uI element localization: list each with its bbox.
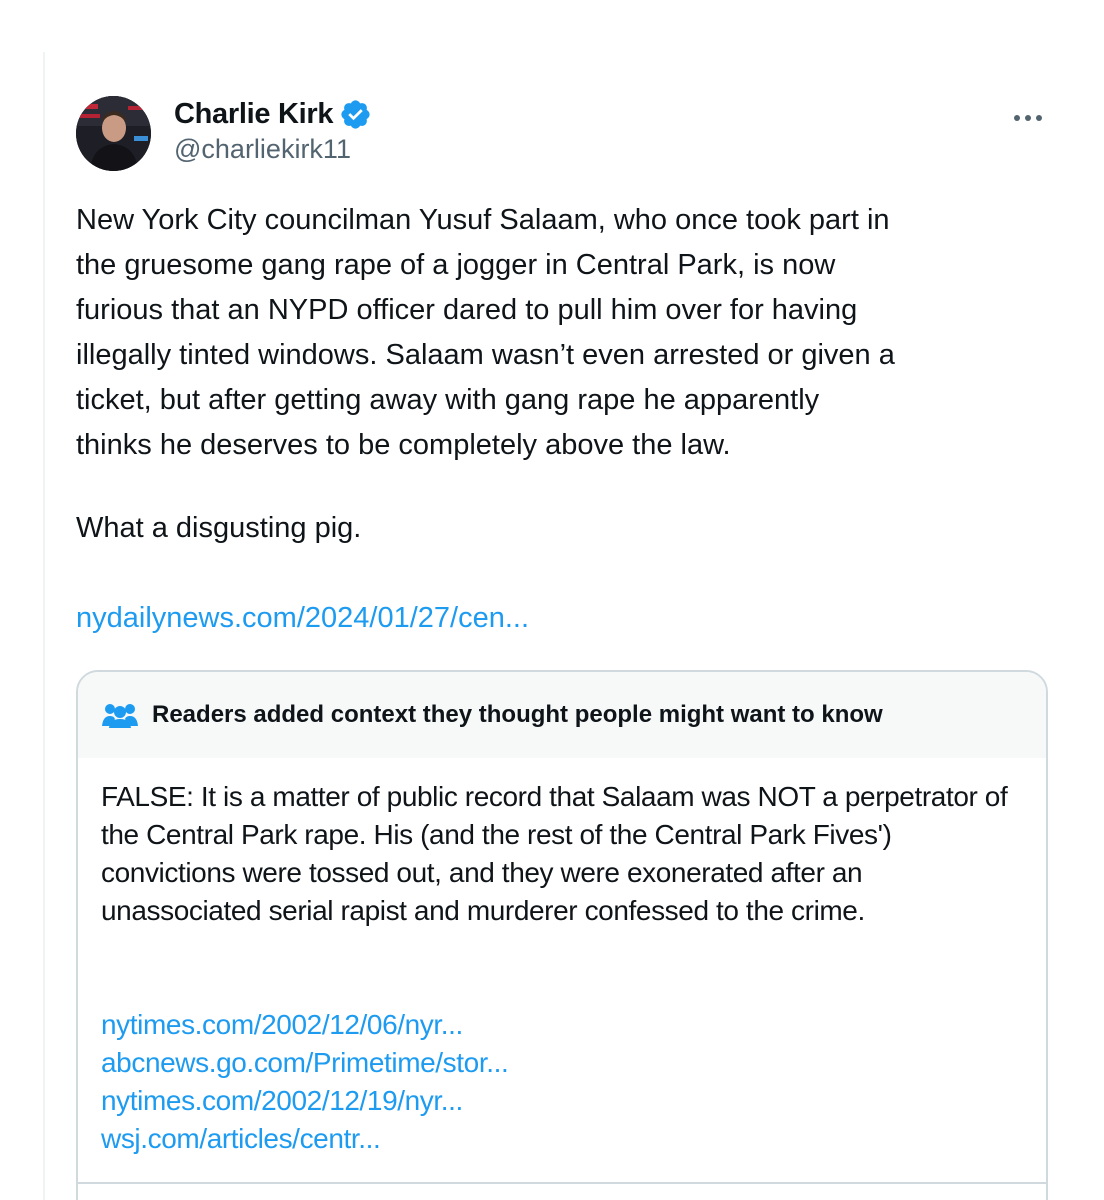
verified-badge-icon[interactable] bbox=[339, 98, 372, 131]
tweet-closing-text: What a disgusting pig. bbox=[76, 512, 362, 544]
tweet-page: Charlie Kirk @charliekirk11 New York Cit… bbox=[0, 0, 1104, 1200]
tweet-body-text: New York City councilman Yusuf Salaam, w… bbox=[76, 204, 895, 461]
tweet-article-link[interactable]: nydailynews.com/2024/01/27/cen... bbox=[76, 602, 529, 635]
tweet[interactable]: Charlie Kirk @charliekirk11 New York Cit… bbox=[76, 96, 1046, 634]
source-link[interactable]: abcnews.go.com/Primetime/stor... bbox=[101, 1044, 509, 1082]
avatar-image bbox=[76, 96, 151, 171]
source-link[interactable]: wsj.com/articles/centr... bbox=[101, 1120, 508, 1158]
timeline-border bbox=[43, 52, 45, 1200]
tweet-header: Charlie Kirk @charliekirk11 bbox=[76, 96, 1046, 176]
community-note: Readers added context they thought peopl… bbox=[76, 670, 1048, 1200]
display-name[interactable]: Charlie Kirk bbox=[174, 98, 333, 131]
source-link[interactable]: nytimes.com/2002/12/19/nyr... bbox=[101, 1082, 508, 1120]
community-note-title: Readers added context they thought peopl… bbox=[152, 701, 883, 728]
avatar[interactable] bbox=[76, 96, 151, 171]
name-row: Charlie Kirk bbox=[174, 96, 372, 132]
community-note-body: FALSE: It is a matter of public record t… bbox=[101, 781, 1008, 926]
source-link[interactable]: nytimes.com/2002/12/06/nyr... bbox=[101, 1006, 508, 1044]
user-handle[interactable]: @charliekirk11 bbox=[174, 134, 351, 165]
more-options-icon[interactable] bbox=[1010, 100, 1046, 136]
community-note-sources: nytimes.com/2002/12/06/nyr... abcnews.go… bbox=[101, 1006, 509, 1158]
community-notes-icon bbox=[100, 700, 140, 730]
community-note-divider bbox=[78, 1182, 1046, 1184]
community-note-header[interactable]: Readers added context they thought peopl… bbox=[78, 672, 1046, 758]
